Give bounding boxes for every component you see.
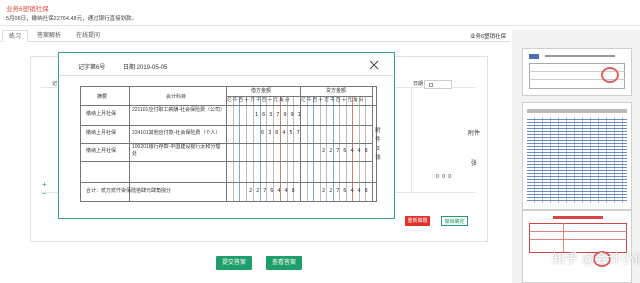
remove-row-icon[interactable]: − xyxy=(42,190,47,198)
row3-summary: 缴纳上月社保 xyxy=(86,148,117,154)
row2-summary: 缴纳上月社保 xyxy=(86,130,117,136)
submit-answer-button[interactable]: 提交答案 xyxy=(216,256,252,270)
page-title: 业务6塑销社保 xyxy=(6,6,49,13)
voucher-table: 摘要 会计科目 借方金额 贷方金额 亿千百十万千百十元角分 亿千百十万千百十元角… xyxy=(80,86,381,202)
tab-bar: 练习 答案解析 在线提问 业务6塑销社保 xyxy=(0,30,510,42)
tab-answer-analysis[interactable]: 答案解析 xyxy=(30,30,68,42)
tab-online-question[interactable]: 在线提问 xyxy=(70,30,106,42)
header-credit: 贷方金额 xyxy=(326,88,347,94)
panel-left-label: 记 xyxy=(52,81,58,87)
digit-column-guide xyxy=(319,96,321,201)
row1-summary: 缴纳上月社保 xyxy=(86,111,117,117)
reset-button[interactable]: 重新做题 xyxy=(405,216,430,226)
header-debit: 借方金额 xyxy=(251,88,272,94)
header-account: 会计科目 xyxy=(166,94,187,100)
panel-total-zeros: 0 0 0 xyxy=(436,174,453,180)
credit-unit-header: 亿千百十万千百十元角分 xyxy=(301,97,365,102)
confirm-button[interactable]: 做销确定 xyxy=(441,216,468,226)
header-divider xyxy=(0,25,640,26)
header-summary: 摘要 xyxy=(97,94,108,100)
tax-receipt-thumbnail[interactable] xyxy=(522,210,632,283)
row2-account: 224101其他应付款-社会保险费（个人） xyxy=(132,130,221,136)
business-selector[interactable]: 业务6塑销社保 xyxy=(470,32,506,40)
attachment-count: 附 件 3 张 xyxy=(375,128,381,161)
row3-account: 100201银行存款-中国建设银行太和分理处 xyxy=(132,144,221,157)
bank-receipt-thumbnail[interactable] xyxy=(522,48,632,96)
calendar-icon xyxy=(429,83,433,87)
row1-account: 221101应付职工薪酬-社会保险费（公司） xyxy=(132,107,225,113)
tab-practice[interactable]: 练习 xyxy=(2,30,28,42)
close-icon[interactable] xyxy=(368,59,380,71)
digit-column-guide xyxy=(239,96,241,201)
row2-debit: 638457 xyxy=(261,130,304,136)
total-debit: 2276448 xyxy=(249,188,299,194)
panel-date-input[interactable] xyxy=(424,80,452,89)
digit-column-guide xyxy=(313,96,315,201)
digit-column-guide xyxy=(252,96,254,201)
watermark: 知乎 @会计小仙女 xyxy=(552,251,640,266)
digit-column-guide xyxy=(246,96,248,201)
voucher-modal: 记字第6号 日期:2019-05-05 摘要 会计科目 借方金额 贷方金额 亿千… xyxy=(58,52,395,219)
panel-sheet-label: 张 xyxy=(471,161,478,167)
digit-column-guide xyxy=(306,96,308,201)
row1-debit: 1637991 xyxy=(255,112,305,118)
panel-date-label: 日期 xyxy=(413,81,424,87)
digit-column-guide xyxy=(232,96,234,201)
task-description: 5月06日，缴纳社保22764.48元，通过银行直接划款。 xyxy=(6,16,138,22)
voucher-date: 日期:2019-05-05 xyxy=(123,65,168,71)
voucher-number: 记字第6号 xyxy=(78,65,106,71)
debit-unit-header: 亿千百十万千百十元角分 xyxy=(227,97,291,102)
panel-attach-label: 附件 xyxy=(468,131,481,137)
social-security-list-thumbnail[interactable] xyxy=(522,102,632,210)
modal-divider xyxy=(59,75,393,76)
total-credit: 2276448 xyxy=(322,188,372,194)
view-answer-button[interactable]: 查看答案 xyxy=(266,256,302,270)
attachment-sidebar xyxy=(512,30,640,283)
row3-credit: 2276448 xyxy=(322,148,372,154)
total-label: 合计：贰万贰仟柒佰陆拾肆元肆角捌分 xyxy=(86,188,172,194)
add-row-icon[interactable]: + xyxy=(42,181,47,189)
